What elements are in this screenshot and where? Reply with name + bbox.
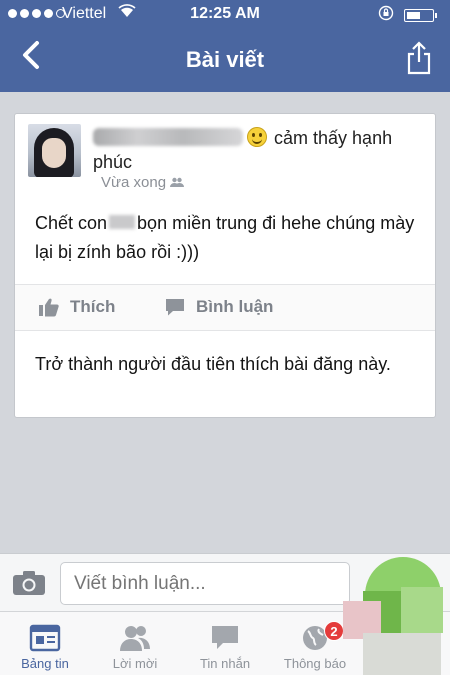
post-body: Chết con bọn miền trung đi hehe chúng mày… bbox=[35, 209, 430, 267]
tab-label: Lời mời bbox=[112, 656, 158, 671]
tab-friend-requests[interactable]: Lời mời bbox=[90, 612, 180, 675]
camera-icon bbox=[13, 571, 45, 595]
smiley-icon bbox=[247, 127, 267, 147]
post-actions: Thích Bình luận bbox=[15, 284, 435, 331]
comment-bubble-icon bbox=[166, 299, 184, 316]
post-timestamp: Vừa xong bbox=[101, 174, 185, 191]
camera-button[interactable] bbox=[12, 570, 46, 596]
timestamp-label: Vừa xong bbox=[101, 174, 167, 191]
rotation-lock-icon bbox=[378, 5, 394, 24]
censored-word bbox=[109, 215, 136, 229]
tab-messages[interactable]: Tin nhắn bbox=[180, 612, 270, 675]
battery-icon bbox=[404, 9, 437, 22]
author-name-blurred[interactable] bbox=[93, 128, 243, 146]
notification-badge: 2 bbox=[324, 621, 344, 641]
tab-label: Thông báo bbox=[283, 656, 347, 671]
first-like-prompt: Trở thành người đầu tiên thích bài đăng … bbox=[35, 354, 391, 374]
comment-input[interactable] bbox=[60, 562, 350, 605]
like-label: Thích bbox=[70, 297, 116, 316]
post-header: cảm thấy hạnh phúc bbox=[93, 126, 423, 174]
comment-label: Bình luận bbox=[196, 297, 274, 316]
thumbs-up-icon bbox=[39, 298, 59, 317]
avatar[interactable] bbox=[28, 124, 81, 177]
news-feed-icon bbox=[29, 624, 61, 652]
page-title: Bài viết bbox=[185, 47, 265, 72]
audience-friends-icon[interactable] bbox=[170, 177, 185, 190]
tab-label: Tin nhắn bbox=[199, 656, 251, 671]
tab-label: Bảng tin bbox=[21, 656, 69, 671]
share-button[interactable] bbox=[404, 40, 434, 76]
post-text-start: Chết con bbox=[35, 213, 108, 233]
tab-news-feed[interactable]: Bảng tin bbox=[0, 612, 90, 675]
friend-requests-icon bbox=[120, 626, 150, 651]
messages-icon bbox=[212, 626, 238, 649]
share-icon bbox=[407, 41, 431, 75]
like-button[interactable]: Thích bbox=[38, 297, 115, 317]
top-bar: Viettel 12:25 AM Bài viết bbox=[0, 0, 450, 92]
status-bar: Viettel 12:25 AM bbox=[0, 0, 450, 30]
comment-button[interactable]: Bình luận bbox=[164, 297, 273, 317]
overlay-image bbox=[343, 557, 443, 675]
post-card: cảm thấy hạnh phúc Vừa xong Chết con bọn … bbox=[14, 113, 436, 418]
